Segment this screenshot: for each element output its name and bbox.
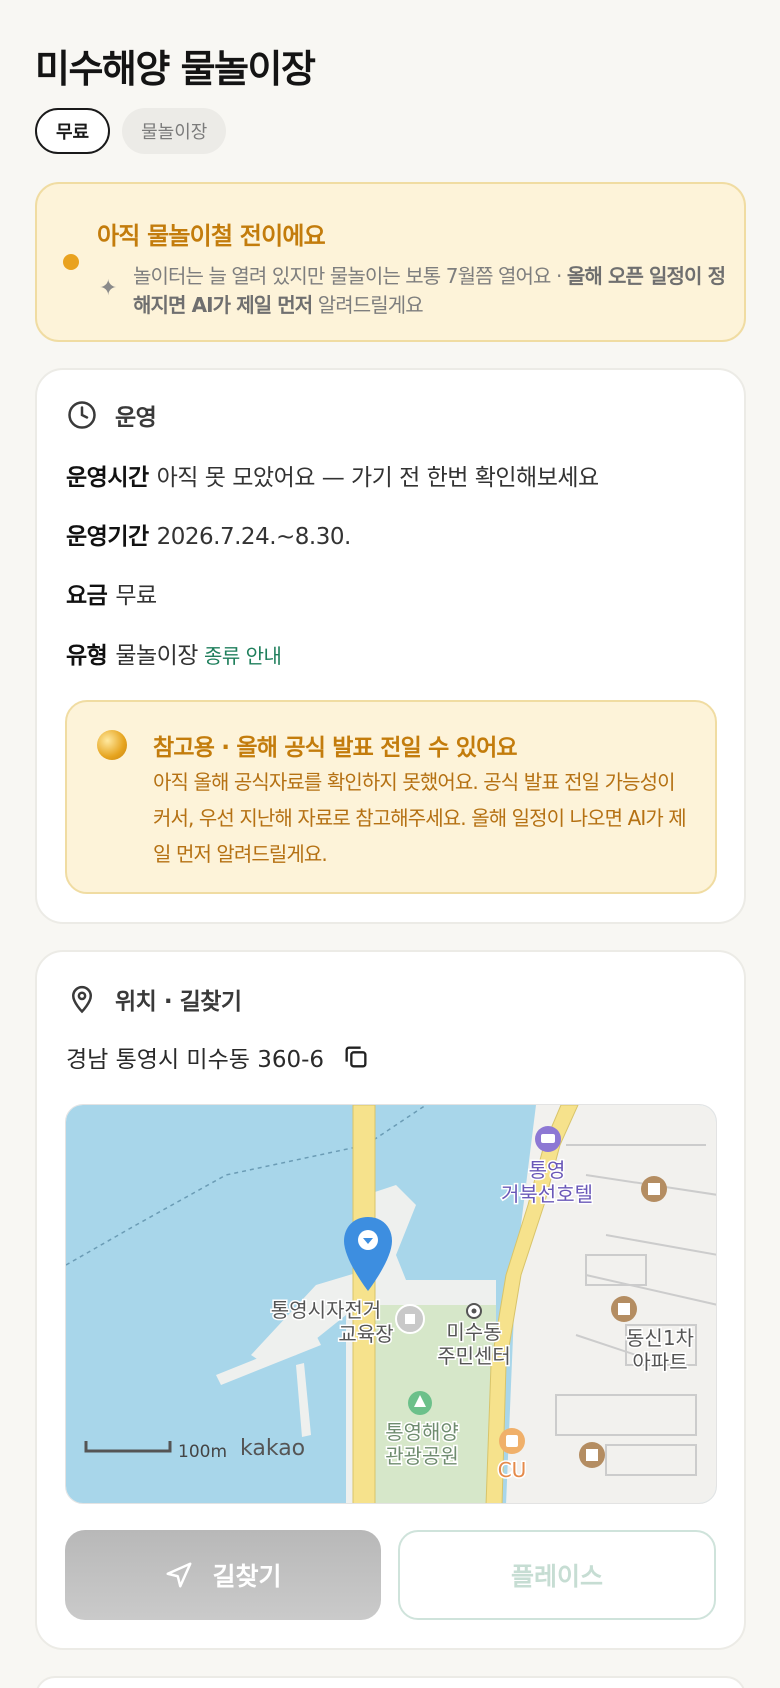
map-label-hotel-1: 통영 (529, 1158, 566, 1182)
tag-list: 무료 물놀이장 (35, 108, 227, 154)
note-title: 참고용 · 올해 공식 발표 전일 수 있어요 (153, 735, 518, 761)
fee-row: 요금 무료 (66, 583, 157, 609)
map-view[interactable]: 통영 거북선호텔 통영시자전거 교육장 미수동 주민센터 동신1차 아파트 통영… (65, 1104, 717, 1504)
location-header: 위치 · 길찾기 (67, 982, 242, 1016)
map-label-apt-2: 아파트 (632, 1350, 687, 1374)
alert-title: 아직 물놀이철 전이에요 (97, 222, 326, 250)
tag-type[interactable]: 물놀이장 (122, 108, 227, 154)
navigation-arrow-icon (166, 1562, 192, 1588)
map-label-cu: CU (498, 1458, 527, 1482)
map-label-apt-1: 동신1차 (626, 1326, 694, 1350)
alert-dot-icon (63, 254, 79, 270)
type-row: 유형 물놀이장 종류 안내 (66, 643, 282, 669)
operation-header: 운영 (67, 398, 157, 432)
map-label-hotel-2: 거북선호텔 (501, 1182, 593, 1206)
map-label-park-2: 관광공원 (385, 1444, 459, 1468)
address-row: 경남 통영시 미수동 360-6 (66, 1040, 370, 1074)
map-scale-label: 100m (178, 1442, 227, 1462)
map-label-center-2: 주민센터 (437, 1344, 511, 1368)
next-card (35, 1676, 746, 1688)
map-label-park-1: 통영해양 (385, 1420, 459, 1444)
location-card: 위치 · 길찾기 경남 통영시 미수동 360-6 통영 거북선호텔 통영시자전… (35, 950, 746, 1650)
route-button-label: 길찾기 (212, 1562, 282, 1591)
sparkle-icon: ✦ (99, 276, 118, 301)
alert-body: 놀이터는 늘 열려 있지만 물놀이는 보통 7월쯤 열어요 · 올해 오픈 일정… (133, 264, 726, 317)
map-label-center-1: 미수동 (446, 1320, 501, 1344)
type-guide-link[interactable]: 종류 안내 (204, 644, 282, 668)
map-label-bike-2: 교육장 (338, 1322, 393, 1346)
note-body: 아직 올해 공식자료를 확인하지 못했어요. 공식 발표 전일 가능성이 커서,… (153, 770, 687, 866)
page-title: 미수해양 물놀이장 (35, 47, 316, 91)
location-title: 위치 · 길찾기 (115, 989, 242, 1015)
coin-icon (97, 730, 127, 760)
route-button[interactable]: 길찾기 (65, 1530, 381, 1620)
address-text: 경남 통영시 미수동 360-6 (66, 1047, 325, 1073)
map-label-bike-1: 통영시자전거 (271, 1298, 381, 1322)
reference-note: 참고용 · 올해 공식 발표 전일 수 있어요 아직 올해 공식자료를 확인하지… (65, 700, 717, 894)
clock-icon (68, 401, 96, 429)
kakao-logo: kakao (240, 1436, 305, 1461)
location-pin-icon (71, 985, 93, 1014)
hours-row: 운영시간 아직 못 모았어요 — 가기 전 한번 확인해보세요 (66, 465, 599, 491)
operation-title: 운영 (115, 405, 157, 431)
place-button[interactable]: 플레이스 (398, 1530, 716, 1620)
operation-card: 운영 운영시간 아직 못 모았어요 — 가기 전 한번 확인해보세요 운영기간 20… (35, 368, 746, 924)
season-alert: 아직 물놀이철 전이에요 ✦ 놀이터는 늘 열려 있지만 물놀이는 보통 7월쯤… (35, 182, 746, 342)
period-row: 운영기간 2026.7.24.~8.30. (66, 524, 351, 550)
copy-icon[interactable] (342, 1043, 370, 1071)
tag-free[interactable]: 무료 (35, 108, 111, 154)
